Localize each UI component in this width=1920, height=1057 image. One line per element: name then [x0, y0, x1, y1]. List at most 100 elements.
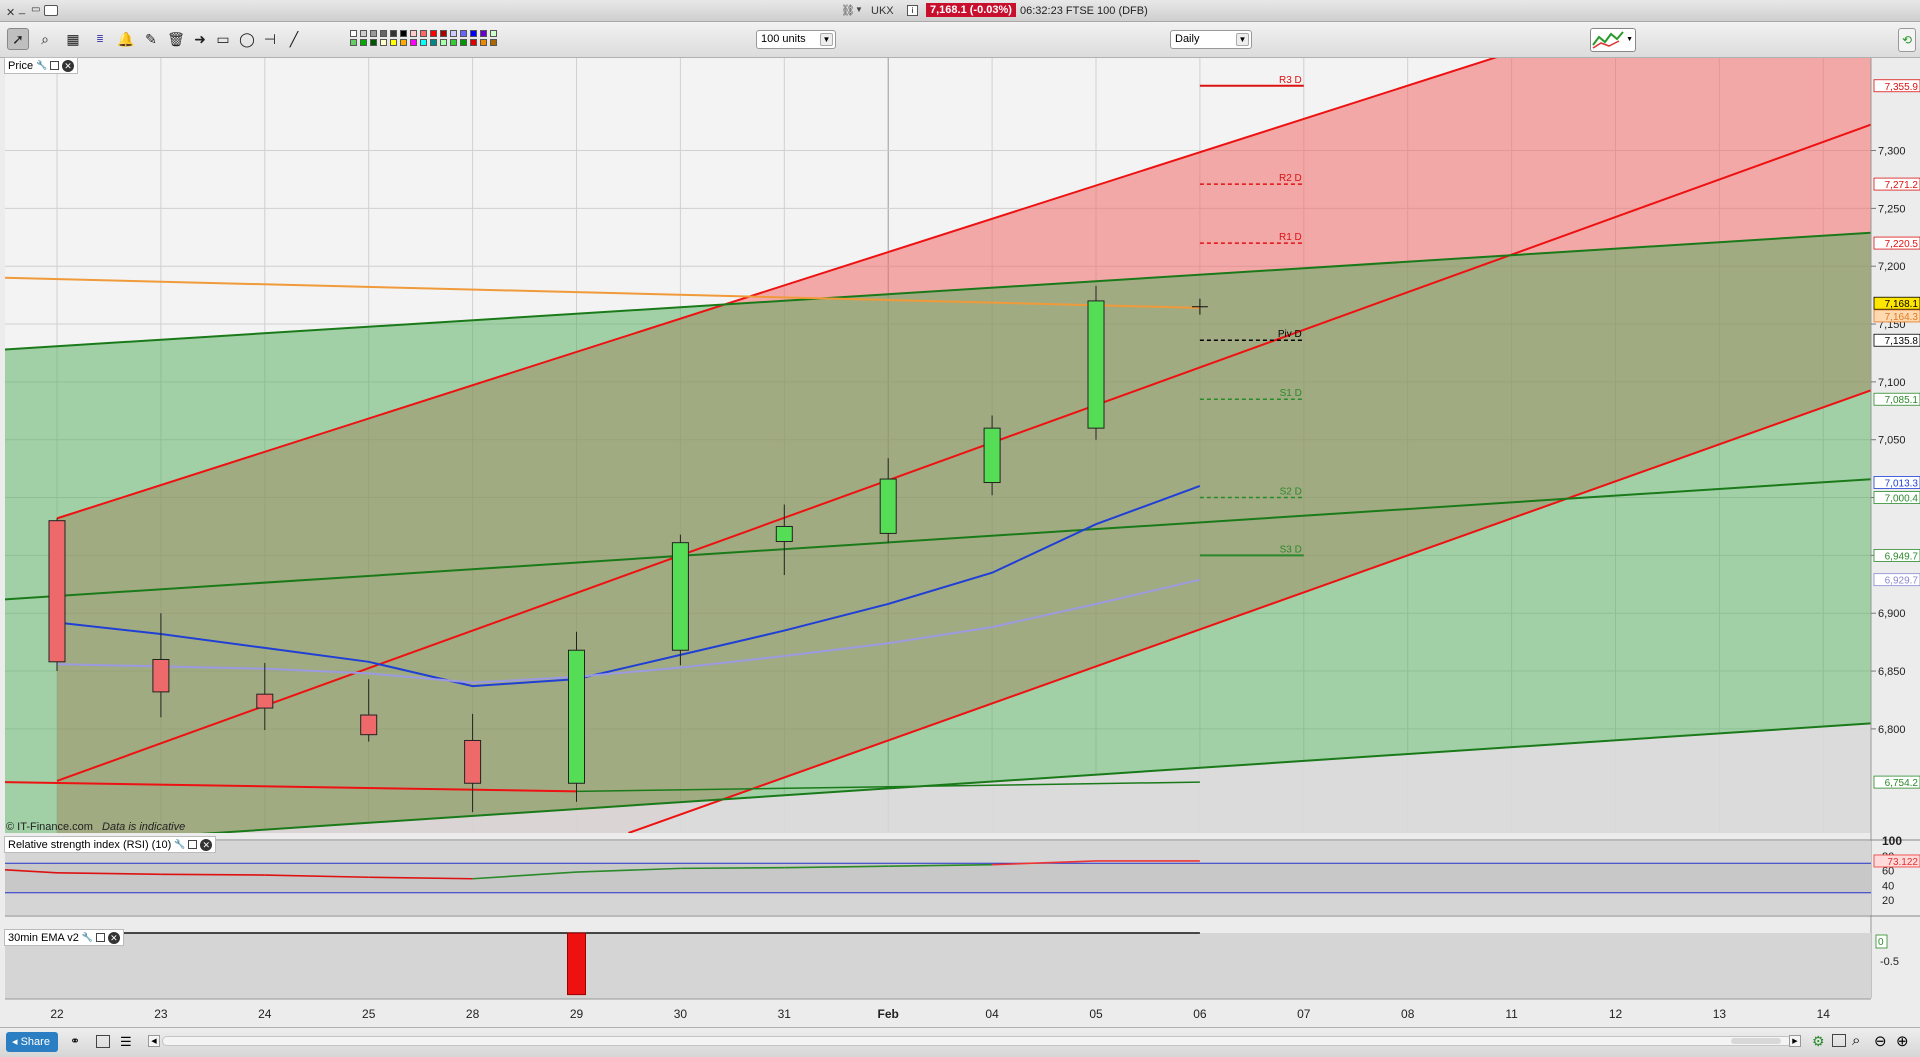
x-tick-label: 05 — [1089, 1007, 1103, 1021]
maximize-icon[interactable] — [95, 933, 105, 942]
horizontal-scrollbar[interactable] — [162, 1036, 1792, 1046]
alert-bell-icon[interactable]: 🔔 — [115, 28, 137, 50]
color-swatch[interactable] — [360, 39, 367, 46]
price-tag: 7,164.3 — [1885, 312, 1919, 323]
color-swatch[interactable] — [420, 30, 427, 37]
color-swatch[interactable] — [370, 30, 377, 37]
interval-value: Daily — [1175, 33, 1200, 45]
rsi-line-segment — [680, 866, 785, 870]
color-swatch[interactable] — [380, 30, 387, 37]
window-close-icon[interactable]: ✕ — [6, 6, 15, 19]
pointer-tool-icon[interactable]: ➚ — [7, 28, 29, 50]
trend-line-icon[interactable]: ╱ — [283, 28, 305, 50]
zoom-area-icon[interactable]: ⌕ — [1852, 1032, 1860, 1049]
y-tick-label: 7,100 — [1878, 377, 1906, 389]
zoom-tool-icon[interactable]: ⌕ — [34, 28, 56, 50]
indicator-tool-icon[interactable]: ▦ — [62, 28, 84, 50]
info-icon[interactable]: i — [907, 5, 918, 16]
close-icon[interactable]: ✕ — [107, 931, 120, 944]
window-minimize-icon[interactable]: _ — [19, 3, 25, 15]
bear-candle — [360, 714, 378, 736]
status-bar: ◂ Share ⚭ ☰ ◀ ▶ ⚙ ⌕ ⊖ ⊕ — [0, 1027, 1920, 1057]
y-tick-label: 7,200 — [1878, 261, 1906, 273]
price-tag: 7,168.1 — [1885, 299, 1919, 310]
color-swatch[interactable] — [390, 30, 397, 37]
share-button[interactable]: ◂ Share — [6, 1032, 58, 1052]
close-icon[interactable]: ✕ — [62, 59, 75, 72]
pivot-tag: 7,271.2 — [1885, 180, 1919, 191]
chart-settings-icon[interactable]: ⚙ — [1812, 1033, 1825, 1050]
pivot-label: S2 D — [1280, 487, 1302, 498]
y-tick-label: 6,850 — [1878, 666, 1906, 678]
units-select[interactable]: 100 units ▼ — [756, 30, 836, 49]
list-view-icon[interactable]: ☰ — [120, 1034, 132, 1050]
wrench-icon[interactable]: 🔧 — [36, 60, 47, 71]
color-swatch[interactable] — [360, 30, 367, 37]
color-swatch[interactable] — [480, 30, 487, 37]
color-swatch[interactable] — [380, 39, 387, 46]
scroll-left-icon[interactable]: ◀ — [148, 1035, 160, 1047]
color-swatch[interactable] — [460, 39, 467, 46]
color-palette[interactable] — [350, 28, 505, 50]
color-swatch[interactable] — [410, 30, 417, 37]
zoom-in-icon[interactable]: ⊕ — [1896, 1032, 1909, 1050]
ellipse-tool-icon[interactable]: ◯ — [236, 28, 258, 50]
color-swatch[interactable] — [420, 39, 427, 46]
y-tick-label: 7,050 — [1878, 435, 1906, 447]
color-swatch[interactable] — [440, 39, 447, 46]
color-swatch[interactable] — [450, 39, 457, 46]
trash-icon[interactable]: 🗑 — [165, 28, 187, 50]
color-swatch[interactable] — [410, 39, 417, 46]
settings-panel-icon[interactable]: ⟲ — [1898, 28, 1916, 52]
maximize-icon[interactable] — [188, 840, 198, 849]
color-swatch[interactable] — [430, 30, 437, 37]
scrollbar-thumb[interactable] — [1731, 1038, 1781, 1044]
color-swatch[interactable] — [440, 30, 447, 37]
color-swatch[interactable] — [460, 30, 467, 37]
color-swatch[interactable] — [350, 30, 357, 37]
color-swatch[interactable] — [450, 30, 457, 37]
color-swatch[interactable] — [400, 30, 407, 37]
window-restore-icon[interactable]: ▭ — [31, 4, 40, 15]
bear-candle — [256, 693, 274, 709]
price-panel-label[interactable]: Price 🔧 ✕ — [4, 57, 79, 74]
wrench-icon[interactable]: 🔧 — [174, 839, 185, 850]
rectangle-tool-icon[interactable]: ▭ — [212, 28, 234, 50]
color-swatch[interactable] — [350, 39, 357, 46]
wrench-icon[interactable]: 🔧 — [82, 932, 93, 943]
chevron-down-icon: ▼ — [1236, 33, 1249, 46]
close-icon[interactable]: ✕ — [200, 838, 213, 851]
keyboard-icon[interactable] — [44, 5, 58, 16]
zoom-out-icon[interactable]: ⊖ — [1874, 1032, 1887, 1050]
symbol-label[interactable]: UKX — [871, 5, 894, 17]
horizontal-line-icon[interactable]: ⊣ — [259, 28, 281, 50]
chart-area[interactable]: R3 D R2 D R1 D Piv D S1 D S2 D S3 D 7,300 7,250… — [0, 58, 1920, 1027]
scroll-right-icon[interactable]: ▶ — [1789, 1035, 1801, 1047]
fit-view-icon[interactable] — [1832, 1034, 1846, 1047]
symbol-dropdown-icon[interactable]: ▼ — [855, 5, 863, 14]
ema-panel-label[interactable]: 30min EMA v2 🔧 ✕ — [4, 929, 124, 946]
color-swatch[interactable] — [490, 30, 497, 37]
color-swatch[interactable] — [470, 30, 477, 37]
color-swatch[interactable] — [490, 39, 497, 46]
maximize-icon[interactable] — [50, 61, 60, 70]
color-swatch[interactable] — [390, 39, 397, 46]
price-tag: 6,929.7 — [1885, 576, 1919, 587]
arrow-tool-icon[interactable]: ➜ — [189, 28, 211, 50]
color-swatch[interactable] — [400, 39, 407, 46]
color-swatch[interactable] — [370, 39, 377, 46]
rsi-panel-label[interactable]: Relative strength index (RSI) (10) 🔧 ✕ — [4, 836, 217, 853]
color-swatch[interactable] — [430, 39, 437, 46]
y-tick-label: 7,250 — [1878, 203, 1906, 215]
color-swatch[interactable] — [470, 39, 477, 46]
copyright-text: © IT-Finance.com Data is indicative — [6, 821, 185, 833]
grid-view-icon[interactable] — [96, 1035, 110, 1048]
fibonacci-tool-icon[interactable]: ≣ — [89, 28, 111, 50]
date-axis-background — [0, 999, 1920, 1027]
link-icon[interactable]: ⚭ — [70, 1034, 80, 1048]
color-swatch[interactable] — [480, 39, 487, 46]
interval-select[interactable]: Daily ▼ — [1170, 30, 1252, 49]
pen-tool-icon[interactable]: ✎ — [140, 28, 162, 50]
chart-type-button[interactable]: ▼ — [1590, 28, 1636, 52]
link-icon[interactable]: ⛓ — [841, 4, 855, 17]
